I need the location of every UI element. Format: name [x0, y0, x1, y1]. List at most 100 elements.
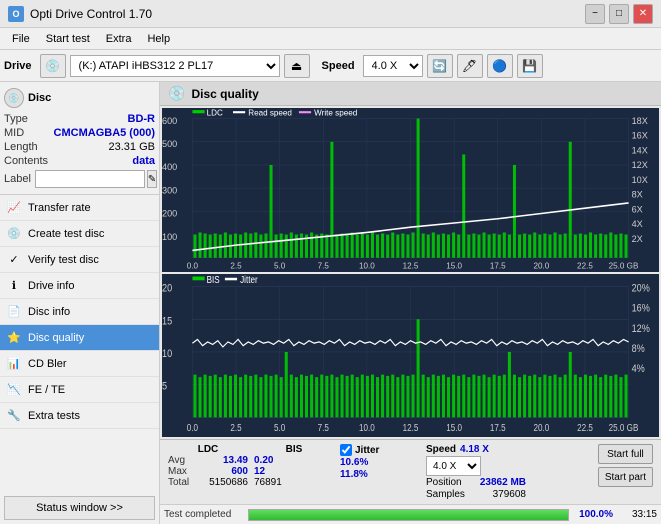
- svg-text:20.0: 20.0: [533, 422, 549, 433]
- jitter-avg: 10.6%: [340, 457, 368, 468]
- speed-select-stats[interactable]: 4.0 X: [426, 456, 481, 476]
- svg-text:2.5: 2.5: [230, 422, 241, 433]
- sidebar-item-create-test-disc[interactable]: 💿 Create test disc: [0, 221, 159, 247]
- bis-avg: 0.20: [254, 455, 273, 466]
- sidebar-item-transfer-rate[interactable]: 📈 Transfer rate: [0, 195, 159, 221]
- svg-text:17.5: 17.5: [490, 422, 506, 433]
- svg-text:12.5: 12.5: [403, 422, 419, 433]
- drive-select[interactable]: (K:) ATAPI iHBS312 2 PL17: [70, 55, 280, 77]
- sidebar-item-drive-info[interactable]: ℹ Drive info: [0, 273, 159, 299]
- ldc-max: 600: [231, 466, 248, 477]
- menu-file[interactable]: File: [4, 31, 38, 47]
- svg-text:14X: 14X: [632, 145, 648, 155]
- svg-text:Jitter: Jitter: [240, 274, 258, 285]
- bis-max: 12: [254, 466, 265, 477]
- action-buttons: Start full Start part: [598, 444, 653, 487]
- svg-text:18X: 18X: [632, 116, 648, 126]
- svg-text:0.0: 0.0: [187, 261, 199, 270]
- svg-text:2.5: 2.5: [230, 261, 242, 270]
- disc-icon: 💿: [4, 88, 24, 108]
- samples-val: 379608: [493, 489, 526, 500]
- titlebar: O Opti Drive Control 1.70 − □ ✕: [0, 0, 661, 28]
- window-controls: − □ ✕: [585, 4, 653, 24]
- svg-text:5: 5: [162, 380, 167, 392]
- stats-area: LDC Avg 13.49 Max 600 Total 5150686: [160, 439, 661, 504]
- content-area: 💿 Disc quality: [160, 82, 661, 524]
- transfer-rate-icon: 📈: [6, 200, 22, 216]
- position-val: 23862 MB: [480, 477, 526, 488]
- disc-type-row: Type BD-R: [4, 112, 155, 126]
- label-key: Label: [4, 173, 31, 185]
- progress-bar-fill: [249, 510, 568, 520]
- svg-text:BIS: BIS: [207, 274, 220, 285]
- disc-section: 💿 Disc Type BD-R MID CMCMAGBA5 (000) Len…: [0, 82, 159, 195]
- sidebar-item-cd-bler[interactable]: 📊 CD Bler: [0, 351, 159, 377]
- drive-label: Drive: [4, 60, 32, 72]
- svg-text:7.5: 7.5: [318, 422, 329, 433]
- ldc-stats: LDC Avg 13.49 Max 600 Total 5150686: [168, 444, 248, 488]
- menu-help[interactable]: Help: [139, 31, 178, 47]
- status-window-button[interactable]: Status window >>: [4, 496, 155, 520]
- maximize-button[interactable]: □: [609, 4, 629, 24]
- content-title: Disc quality: [191, 87, 258, 101]
- sidebar-item-fe-te[interactable]: 📉 FE / TE: [0, 377, 159, 403]
- close-button[interactable]: ✕: [633, 4, 653, 24]
- verify-test-disc-icon: ✓: [6, 252, 22, 268]
- svg-text:8%: 8%: [632, 343, 645, 355]
- status-text: Test completed: [164, 509, 244, 520]
- svg-text:4X: 4X: [632, 219, 643, 229]
- nav-items: 📈 Transfer rate 💿 Create test disc ✓ Ver…: [0, 195, 159, 492]
- svg-text:600: 600: [162, 116, 177, 126]
- settings-btn2[interactable]: 🔵: [487, 54, 513, 78]
- label-edit-btn[interactable]: ✎: [147, 170, 157, 188]
- save-button[interactable]: 💾: [517, 54, 543, 78]
- svg-text:25.0 GB: 25.0 GB: [609, 261, 639, 270]
- svg-text:12.5: 12.5: [403, 261, 419, 270]
- settings-btn1[interactable]: 🖊: [457, 54, 483, 78]
- menu-extra[interactable]: Extra: [98, 31, 140, 47]
- main-area: 💿 Disc Type BD-R MID CMCMAGBA5 (000) Len…: [0, 82, 661, 524]
- position-label: Position: [426, 477, 462, 488]
- stats-row-headers-vals: LDC Avg 13.49 Max 600 Total 5150686: [164, 442, 657, 502]
- svg-text:22.5: 22.5: [577, 261, 593, 270]
- disc-label-row: Label ✎: [4, 170, 155, 188]
- jitter-checkbox[interactable]: [340, 444, 352, 456]
- menu-start-test[interactable]: Start test: [38, 31, 98, 47]
- svg-text:100: 100: [162, 232, 177, 242]
- charts-container: 600 500 400 300 200 100 18X 16X 14X 12X …: [160, 106, 661, 439]
- svg-text:0.0: 0.0: [187, 422, 198, 433]
- svg-text:200: 200: [162, 208, 177, 218]
- start-full-button[interactable]: Start full: [598, 444, 653, 464]
- minimize-button[interactable]: −: [585, 4, 605, 24]
- jitter-header: Jitter: [355, 445, 379, 456]
- disc-title: Disc: [28, 92, 51, 104]
- svg-text:10X: 10X: [632, 175, 648, 185]
- svg-text:10.0: 10.0: [359, 422, 375, 433]
- label-input[interactable]: [35, 170, 145, 188]
- svg-text:4%: 4%: [632, 363, 645, 375]
- type-value: BD-R: [128, 113, 156, 125]
- sidebar-item-extra-tests[interactable]: 🔧 Extra tests: [0, 403, 159, 429]
- svg-text:12X: 12X: [632, 160, 648, 170]
- svg-text:20.0: 20.0: [533, 261, 549, 270]
- svg-text:8X: 8X: [632, 190, 643, 200]
- sidebar-item-disc-info[interactable]: 📄 Disc info: [0, 299, 159, 325]
- sidebar-item-verify-test-disc[interactable]: ✓ Verify test disc: [0, 247, 159, 273]
- bottom-chart: 20 15 10 5 20% 16% 12% 8% 4% 0.0 2.5 5.0…: [162, 274, 659, 438]
- sidebar-item-disc-quality[interactable]: ⭐ Disc quality: [0, 325, 159, 351]
- speed-select[interactable]: 4.0 X: [363, 55, 423, 77]
- disc-mid-row: MID CMCMAGBA5 (000): [4, 126, 155, 140]
- menubar: File Start test Extra Help: [0, 28, 661, 50]
- length-value: 23.31 GB: [109, 141, 155, 153]
- refresh-button[interactable]: 🔄: [427, 54, 453, 78]
- svg-text:10: 10: [162, 348, 172, 360]
- start-part-button[interactable]: Start part: [598, 467, 653, 487]
- disc-length-row: Length 23.31 GB: [4, 140, 155, 154]
- svg-text:7.5: 7.5: [318, 261, 330, 270]
- samples-label: Samples: [426, 489, 465, 500]
- svg-text:20: 20: [162, 282, 172, 294]
- drive-icon-btn[interactable]: 💿: [40, 54, 66, 78]
- disc-header: 💿 Disc: [4, 88, 155, 108]
- cd-bler-icon: 📊: [6, 356, 22, 372]
- eject-button[interactable]: ⏏: [284, 54, 310, 78]
